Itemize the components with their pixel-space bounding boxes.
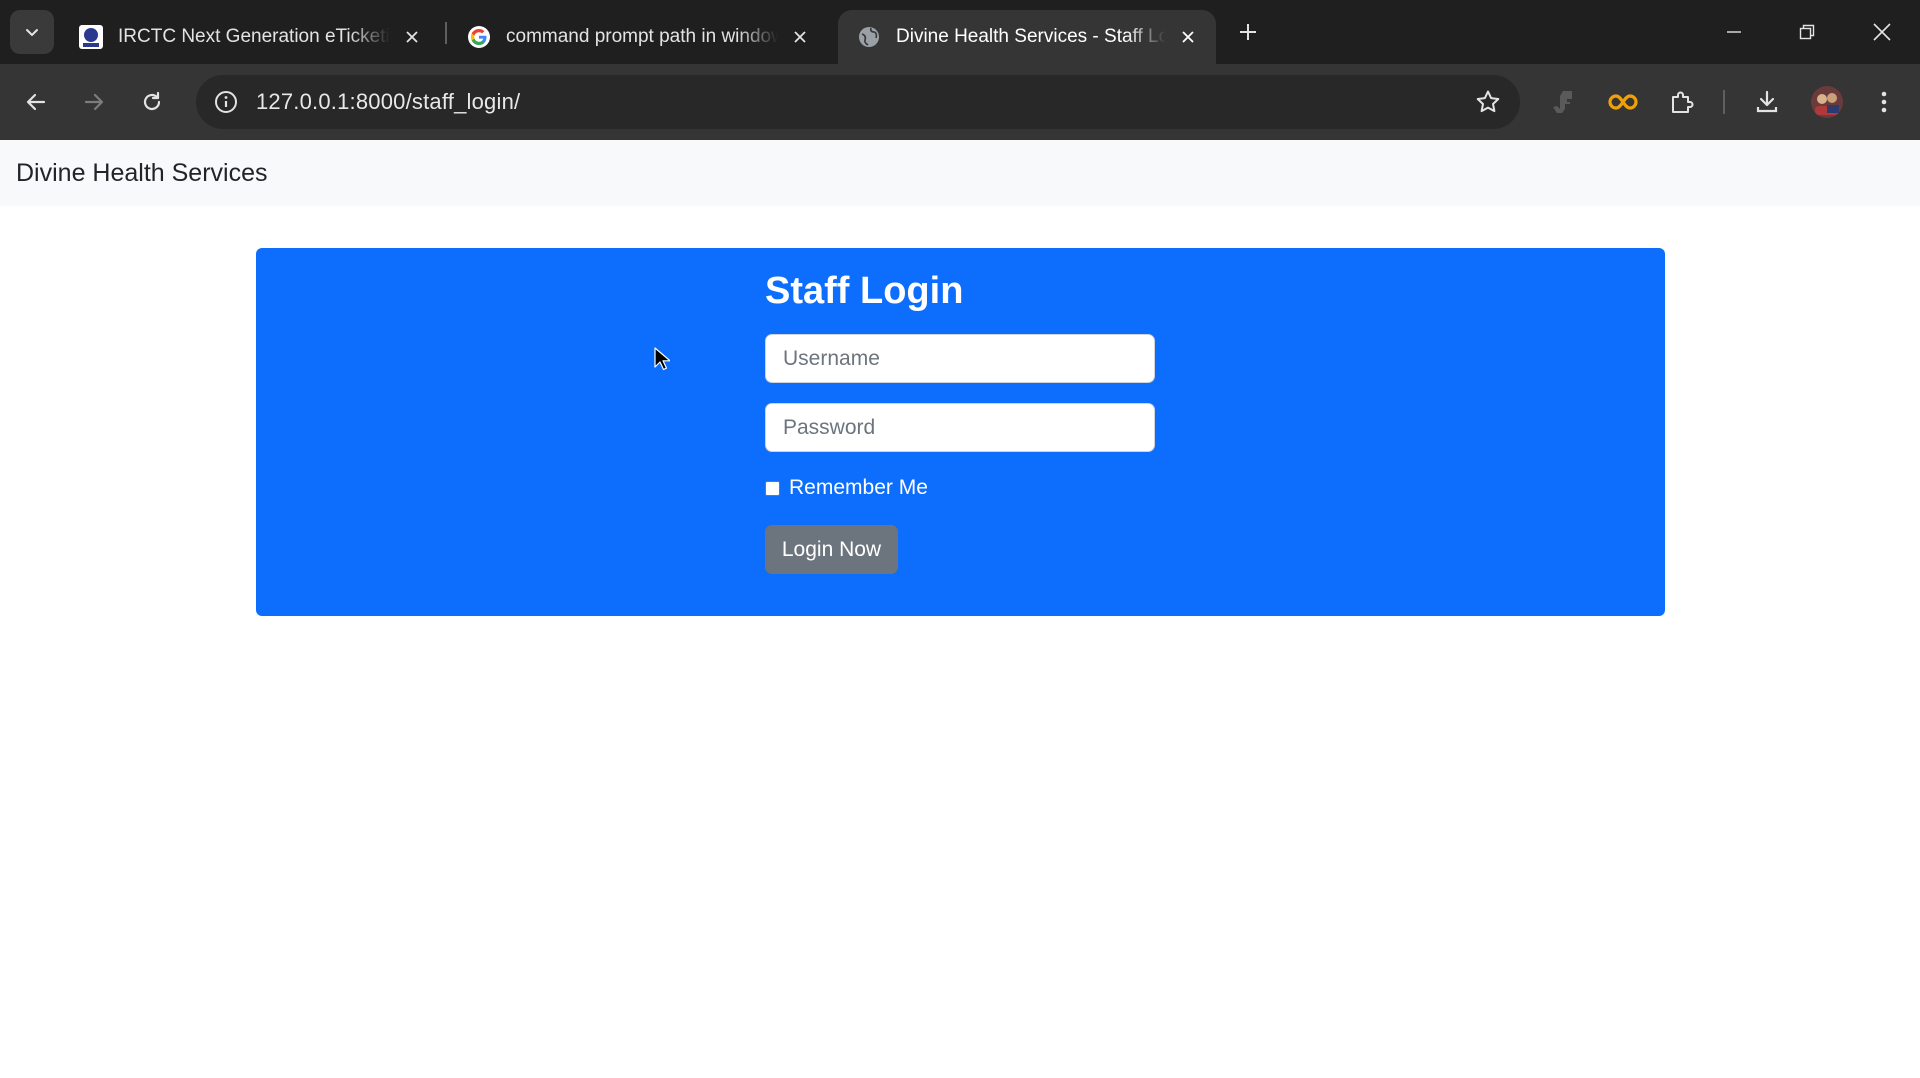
arrow-left-icon (26, 93, 46, 111)
login-button[interactable]: Login Now (765, 525, 898, 574)
minimize-icon (1727, 31, 1741, 33)
login-panel: Staff Login Remember Me Login Now (256, 248, 1665, 616)
tab-irctc[interactable]: IRCTC Next Generation eTicketing (60, 10, 440, 64)
site-brand[interactable]: Divine Health Services (16, 140, 268, 206)
site-info-icon[interactable] (210, 86, 242, 118)
extension-dino-icon[interactable] (1541, 80, 1585, 124)
mouse-pointer-icon (654, 347, 670, 371)
close-tab-icon[interactable] (786, 23, 814, 51)
toolbar-separator (1723, 90, 1725, 114)
address-bar[interactable]: 127.0.0.1:8000/staff_login/ (196, 75, 1520, 129)
url-text[interactable]: 127.0.0.1:8000/staff_login/ (256, 75, 520, 129)
username-input[interactable] (765, 334, 1155, 383)
browser-toolbar: 127.0.0.1:8000/staff_login/ (0, 64, 1920, 140)
tab-staff-login[interactable]: Divine Health Services - Staff Login (838, 10, 1216, 64)
new-tab-button[interactable] (1230, 14, 1266, 50)
tab-title: IRCTC Next Generation eTicketing (118, 26, 390, 47)
tab-title: command prompt path in windows (506, 26, 778, 47)
close-icon (1873, 23, 1891, 41)
close-tab-icon[interactable] (1174, 23, 1202, 51)
avatar[interactable] (1805, 80, 1849, 124)
globe-icon (856, 24, 882, 50)
close-tab-icon[interactable] (398, 23, 426, 51)
extension-infinity-icon[interactable] (1601, 80, 1645, 124)
downloads-icon[interactable] (1745, 80, 1789, 124)
plus-icon (1240, 24, 1256, 40)
browser-tab-strip: IRCTC Next Generation eTicketing command… (0, 0, 1920, 64)
tab-title: Divine Health Services - Staff Login (896, 26, 1166, 47)
password-input[interactable] (765, 403, 1155, 452)
remember-me-label: Remember Me (789, 476, 928, 499)
page-title: Staff Login (765, 270, 964, 312)
back-button[interactable] (14, 80, 58, 124)
close-window-button[interactable] (1846, 0, 1918, 64)
remember-me[interactable]: Remember Me (765, 476, 928, 500)
chevron-down-icon (26, 29, 38, 36)
minimize-button[interactable] (1698, 0, 1770, 64)
remember-me-checkbox[interactable] (765, 480, 780, 496)
arrow-right-icon (84, 93, 104, 111)
tab-search-button[interactable] (10, 10, 54, 54)
site-navbar: Divine Health Services (0, 140, 1920, 206)
reload-icon (143, 91, 161, 111)
tab-google-search[interactable]: command prompt path in windows (448, 10, 828, 64)
bookmark-star-icon[interactable] (1472, 86, 1504, 118)
extensions-puzzle-icon[interactable] (1660, 80, 1704, 124)
forward-button[interactable] (72, 80, 116, 124)
restore-button[interactable] (1771, 0, 1843, 64)
irctc-logo-icon (78, 24, 104, 50)
restore-icon (1799, 24, 1815, 40)
reload-button[interactable] (130, 80, 174, 124)
google-g-icon (466, 24, 492, 50)
menu-kebab-icon[interactable] (1862, 80, 1906, 124)
tab-separator (445, 22, 447, 44)
